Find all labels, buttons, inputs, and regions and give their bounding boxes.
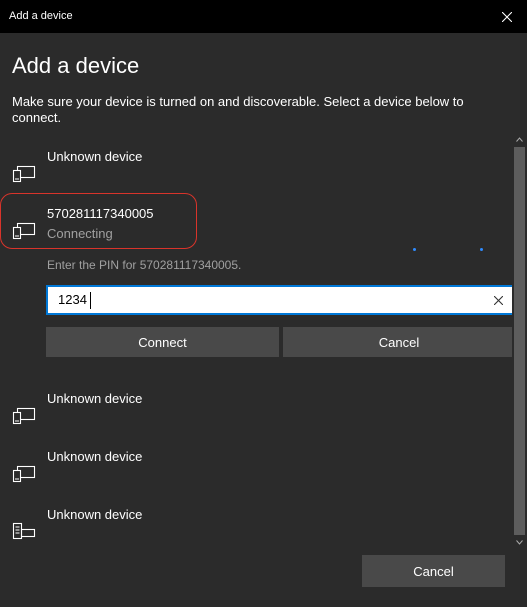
device-name: Unknown device bbox=[47, 449, 143, 464]
window-title: Add a device bbox=[9, 10, 73, 22]
display-device-icon bbox=[12, 165, 36, 183]
clear-icon bbox=[493, 295, 503, 305]
progress-dot bbox=[480, 248, 483, 251]
device-item[interactable]: Unknown device bbox=[0, 507, 512, 557]
scrollbar-thumb[interactable] bbox=[514, 147, 525, 535]
title-bar: Add a device bbox=[0, 0, 527, 33]
keyboard-device-icon bbox=[12, 522, 36, 540]
dialog-heading: Add a device bbox=[12, 53, 140, 78]
close-icon bbox=[502, 11, 512, 22]
cancel-button[interactable]: Cancel bbox=[362, 555, 505, 587]
scrollbar[interactable] bbox=[512, 133, 527, 548]
device-name: 570281117340005 bbox=[47, 206, 154, 221]
pin-input[interactable]: 1234 bbox=[46, 285, 515, 315]
dialog-instructions: Make sure your device is turned on and d… bbox=[12, 94, 464, 125]
display-device-icon bbox=[12, 465, 36, 483]
device-name: Unknown device bbox=[47, 507, 143, 522]
chevron-up-icon bbox=[516, 136, 523, 142]
chevron-down-icon bbox=[516, 539, 523, 545]
scroll-down-button[interactable] bbox=[512, 536, 527, 548]
close-button[interactable] bbox=[487, 0, 527, 33]
display-device-icon bbox=[12, 407, 36, 425]
scroll-up-button[interactable] bbox=[512, 133, 527, 145]
device-name: Unknown device bbox=[47, 149, 143, 164]
pin-input-value: 1234 bbox=[58, 292, 87, 307]
device-name: Unknown device bbox=[47, 391, 143, 406]
clear-button[interactable] bbox=[489, 291, 507, 309]
device-item[interactable]: Unknown device bbox=[0, 391, 512, 441]
device-item[interactable]: Unknown device bbox=[0, 449, 512, 499]
connect-button[interactable]: Connect bbox=[46, 327, 279, 357]
display-device-icon bbox=[12, 222, 36, 240]
progress-dot bbox=[413, 248, 416, 251]
device-list: Unknown device 570281117340005 Connectin… bbox=[0, 133, 515, 548]
text-caret bbox=[90, 292, 91, 309]
device-item-selected[interactable]: 570281117340005 Connecting bbox=[0, 206, 512, 256]
cancel-pairing-button[interactable]: Cancel bbox=[283, 327, 515, 357]
add-device-dialog: Add a device Make sure your device is tu… bbox=[0, 33, 527, 607]
device-item[interactable]: Unknown device bbox=[0, 149, 512, 199]
pin-label: Enter the PIN for 570281117340005. bbox=[47, 258, 242, 272]
device-status: Connecting bbox=[47, 226, 113, 241]
